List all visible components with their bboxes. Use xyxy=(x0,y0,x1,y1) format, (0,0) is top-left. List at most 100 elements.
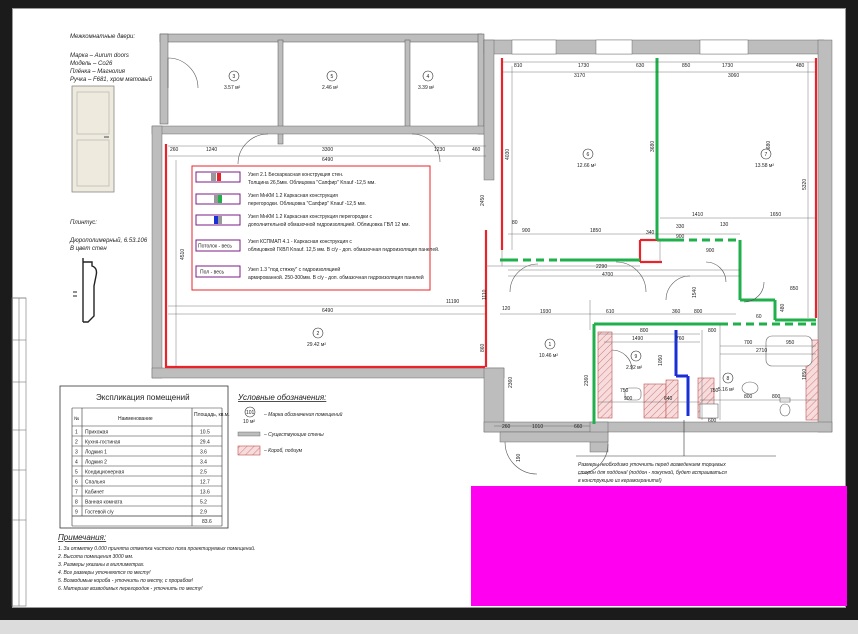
legend-node-text: Узел 2.1 Бескаркасная конструкция стен. xyxy=(248,172,343,178)
dim-label: 630 xyxy=(636,63,645,69)
dim-label: 800 xyxy=(772,394,781,400)
table-cell: 2 xyxy=(75,440,78,446)
dim-label: 120 xyxy=(502,306,511,312)
table-total: 83.6 xyxy=(202,519,212,525)
dim-label: 860 xyxy=(480,343,486,352)
notes-heading: Примечания: xyxy=(58,533,106,542)
dim-label: 850 xyxy=(790,286,799,292)
room-marker: 6 12.66 м² xyxy=(577,148,596,169)
legend-node-text: Толщина 26,5мм. Облицовка "Сапфир" Knauf… xyxy=(248,180,376,186)
green-dashed-lines xyxy=(510,238,816,326)
dim-label: 750 xyxy=(620,388,629,394)
dim-label: 1410 xyxy=(692,212,703,218)
green-partition-lines xyxy=(500,58,816,424)
dim-label: 3170 xyxy=(574,73,585,79)
doors-line: Ручка – F681, хром матовый xyxy=(70,76,153,83)
room-marker: 5 2.46 м² xyxy=(322,70,339,91)
dim-label: 360 xyxy=(672,309,681,315)
plinth-heading: Плинтус: xyxy=(70,220,97,226)
dim-label: 480 xyxy=(796,63,805,69)
note-item: 1. За отметку 0.000 принята отметка чист… xyxy=(58,545,255,552)
plinth-profile-image xyxy=(73,258,98,323)
table-cell: 2.5 xyxy=(200,470,207,476)
room-number: 7 xyxy=(765,152,768,158)
dim-label: 950 xyxy=(786,340,795,346)
dim-label: 800 xyxy=(694,309,703,315)
room-marker: 2 29.42 м² xyxy=(307,327,326,348)
dim-label: 1730 xyxy=(578,63,589,69)
dim-label: 1730 xyxy=(722,63,733,69)
dim-label: 2450 xyxy=(480,195,486,206)
table-header: Наименование xyxy=(118,416,153,422)
dim-label: 1490 xyxy=(632,336,643,342)
dim-label: 3300 xyxy=(322,147,333,153)
dim-label: 11190 xyxy=(446,299,459,305)
plinth-line: В цвет стен xyxy=(70,246,107,252)
table-cell: Лоджия 1 xyxy=(85,450,107,456)
table-cell: Спальня xyxy=(85,480,105,486)
dim-label: 6490 xyxy=(322,157,333,163)
explication-table: Экспликация помещений № Наименование Пло… xyxy=(59,385,230,529)
legend-node-code: Пол - весь xyxy=(200,270,225,276)
room-number: 8 xyxy=(727,376,730,382)
callout-line: Размеры необходимо уточнить перед возвед… xyxy=(578,462,726,468)
dim-label: 1540 xyxy=(692,287,698,298)
dim-label: 1650 xyxy=(770,212,781,218)
table-cell: Кабинет xyxy=(85,490,105,496)
table-cell: 29.4 xyxy=(200,440,210,446)
legend-node-text: Узел МнКМ 1.2 Каркасная конструкция xyxy=(248,193,338,199)
table-cell: 3.4 xyxy=(200,460,207,466)
dim-label: 2360 xyxy=(508,377,514,388)
room-marker: 8 5.16 м² xyxy=(718,372,735,393)
room-marker: 1 10.46 м² xyxy=(539,338,558,359)
room-marker: 9 2.92 м² xyxy=(626,350,643,371)
legend-node-text: дополнительной обмазочной гидроизоляцией… xyxy=(248,221,410,228)
dim-label: 260 xyxy=(502,424,511,430)
note-item: 2. Высота помещения 3000 мм. xyxy=(57,554,133,560)
doors-line: Модель – Co26 xyxy=(70,61,113,67)
dim-label: 480 xyxy=(780,303,786,312)
symbol-marker-number: 101 xyxy=(246,410,255,416)
dim-label: 1110 xyxy=(482,289,488,300)
table-cell: 6 xyxy=(75,480,78,486)
dim-label: 1050 xyxy=(658,355,664,366)
table-cell: 3.6 xyxy=(200,450,207,456)
dim-label: 850 xyxy=(682,63,691,69)
room-area: 13.58 м² xyxy=(755,163,774,169)
note-item: 6. Материал возводимых перегородок - уто… xyxy=(58,586,203,592)
table-cell: 4 xyxy=(75,460,78,466)
room-number: 5 xyxy=(331,74,334,80)
symbols-heading: Условные обозначения: xyxy=(237,393,326,402)
door-image xyxy=(71,85,115,193)
legend-node-text: перегородки. Облицовка "Сапфир" Knauf -1… xyxy=(248,201,366,207)
table-cell: 9 xyxy=(75,510,78,516)
room-number: 2 xyxy=(317,331,320,337)
dim-label: 2710 xyxy=(756,348,767,354)
dim-label: 1010 xyxy=(532,424,543,430)
room-marker: 3 3.57 м² xyxy=(224,70,241,91)
room-area: 12.66 м² xyxy=(577,163,596,169)
dim-label: 1240 xyxy=(206,147,217,153)
callout-line: сторон для поддона! (поддон - покупной, … xyxy=(578,469,727,476)
bottom-bar xyxy=(0,620,858,634)
dim-label: 1850 xyxy=(802,369,808,380)
doors-line: Плёнка – Магнолия xyxy=(70,69,126,75)
table-cell: 2.9 xyxy=(200,510,207,516)
doors-heading: Межкомнатные двери: xyxy=(70,34,135,40)
table-cell: 1 xyxy=(75,430,78,436)
room-area: 10.46 м² xyxy=(539,353,558,359)
table-cell: 12.7 xyxy=(200,480,210,486)
notes-block: Примечания: 1. За отметку 0.000 принята … xyxy=(57,533,255,592)
legend-node-code: Потолок - весь xyxy=(198,244,232,250)
room-marker: 4 3.39 м² xyxy=(418,70,435,91)
dim-label: 800 xyxy=(640,328,649,334)
room-number: 1 xyxy=(549,342,552,348)
dim-label: 260 xyxy=(170,147,179,153)
dim-label: 1850 xyxy=(590,228,601,234)
dim-label: 1930 xyxy=(540,309,551,315)
legend-node-text: облицовкой ГКВЛ Knauf. 12,5 мм. В с/у - … xyxy=(248,246,439,253)
room-area: 3.39 м² xyxy=(418,85,435,91)
dim-label: 190 xyxy=(516,453,522,462)
dim-label: 460 xyxy=(472,147,481,153)
symbol-label: – Существующие стены xyxy=(263,432,324,438)
